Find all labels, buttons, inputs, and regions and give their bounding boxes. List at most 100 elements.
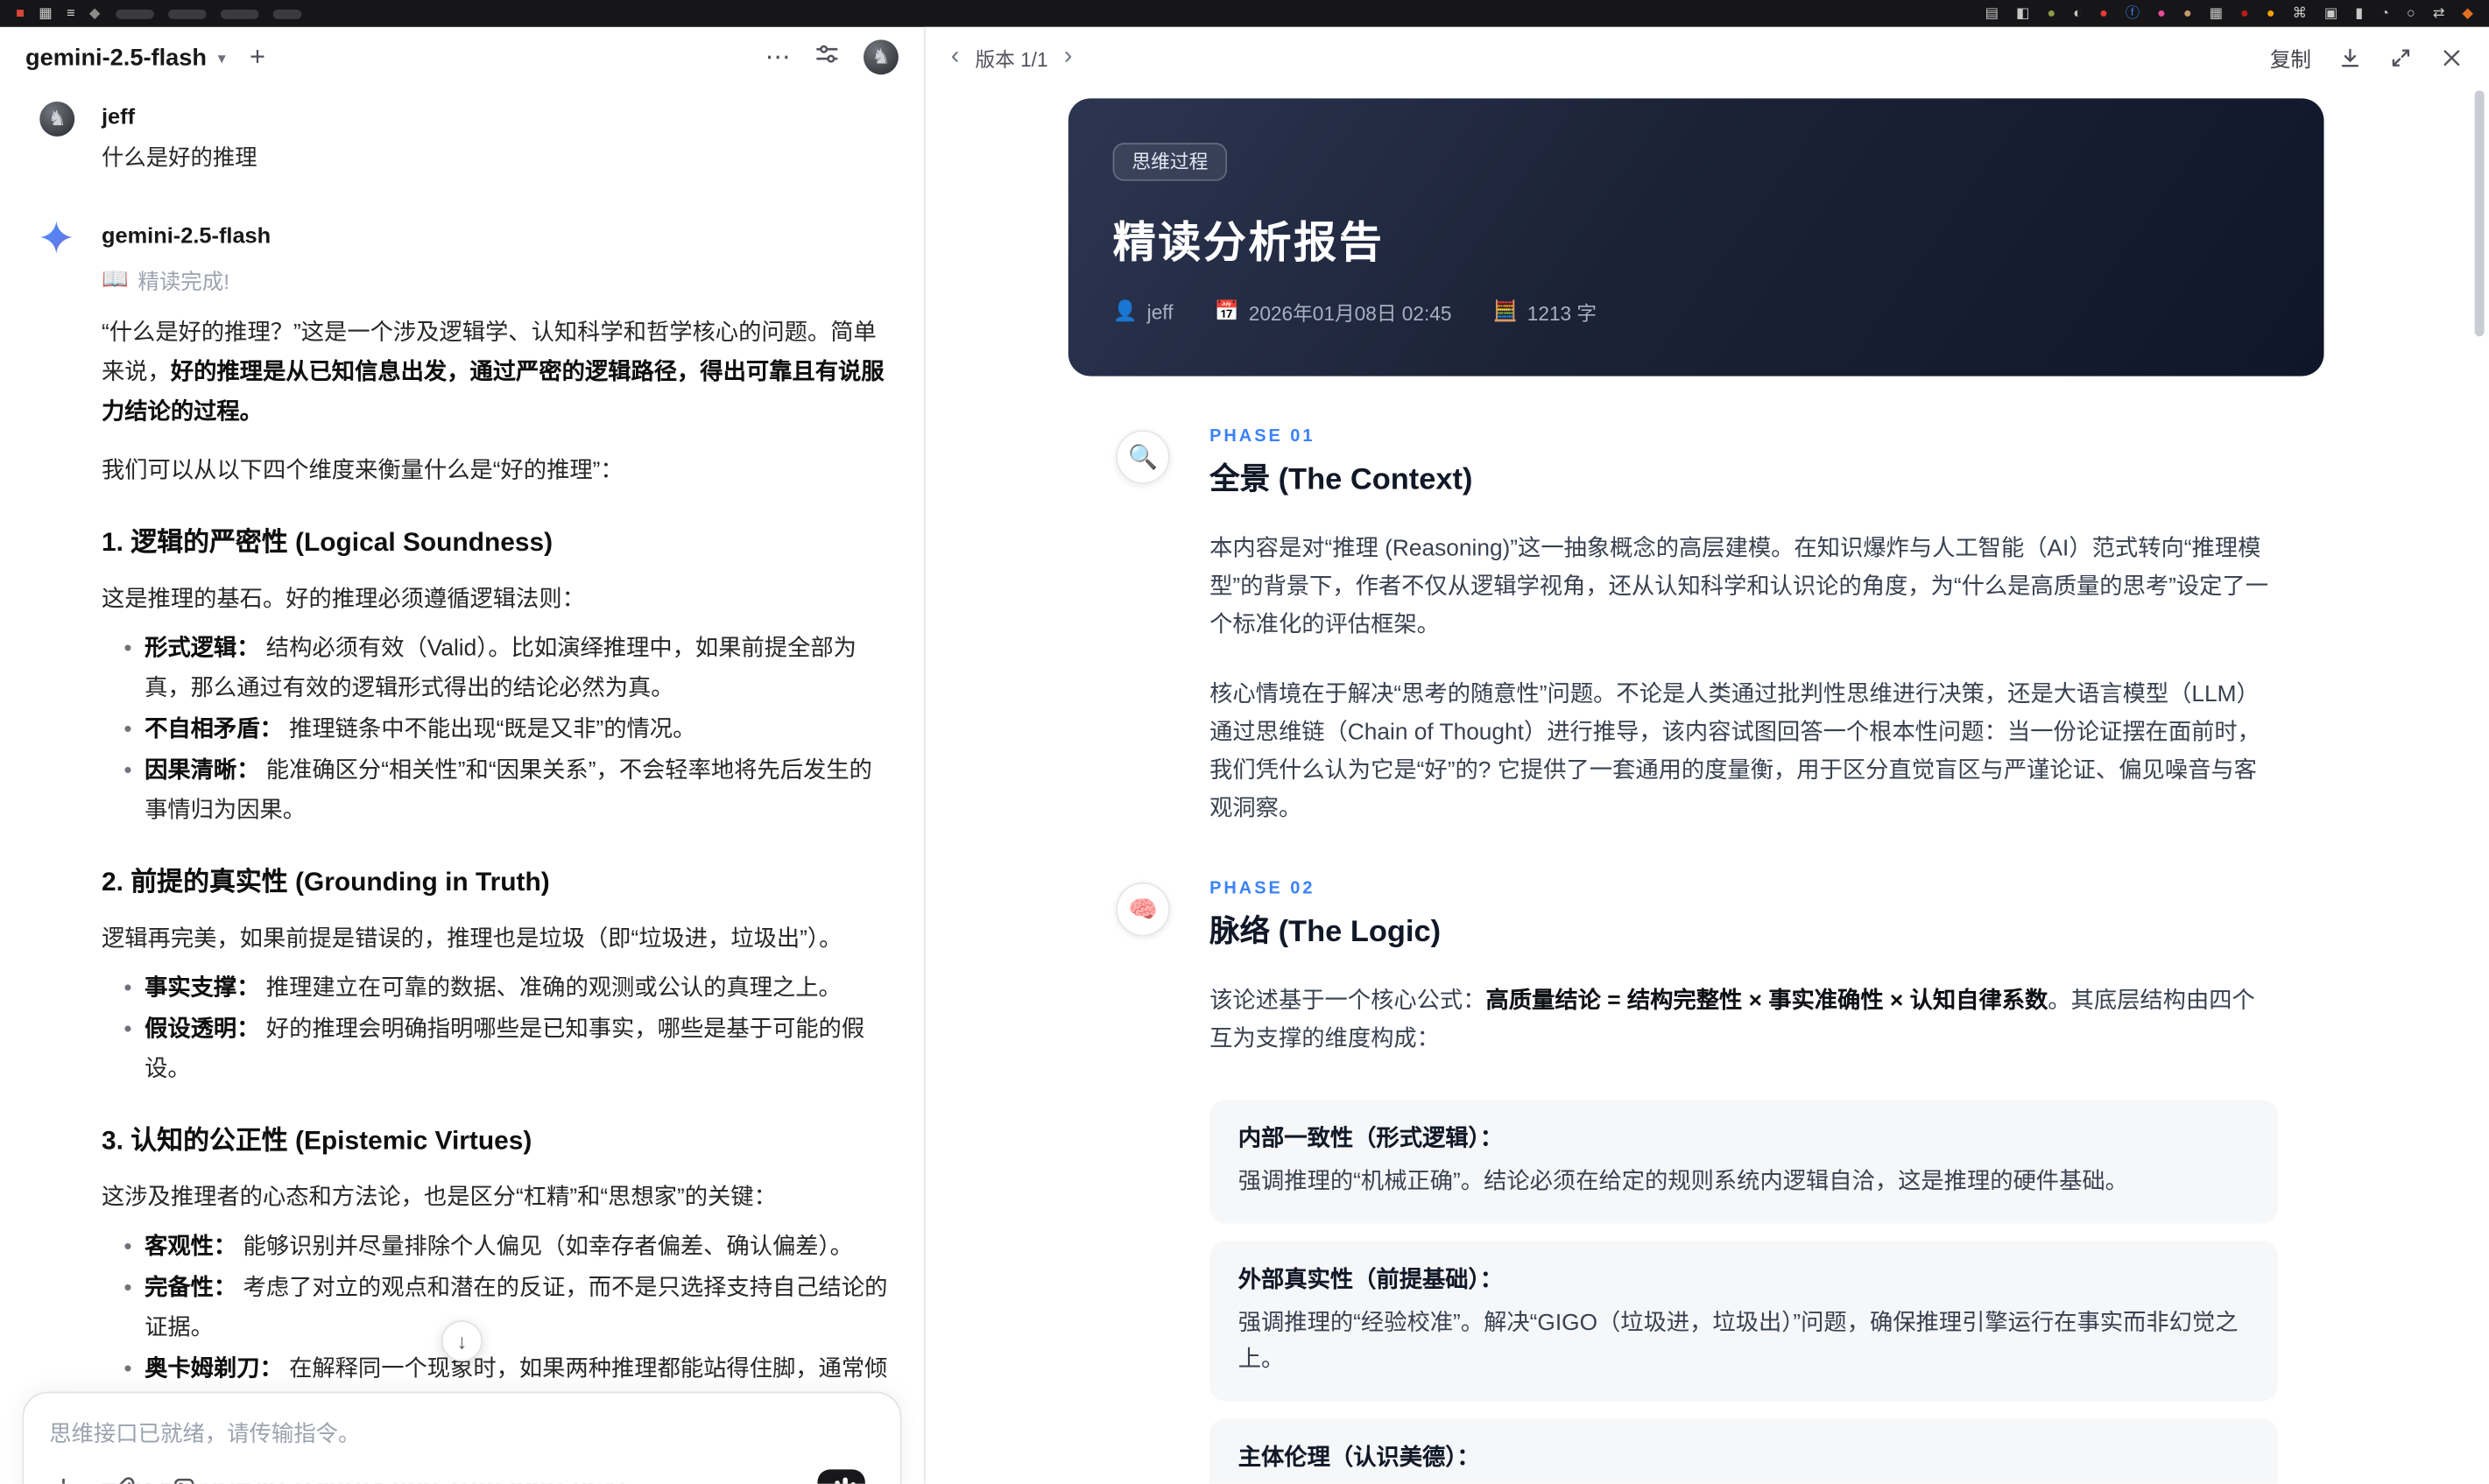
flame-icon[interactable]: ◆ (2462, 0, 2473, 27)
menu-item-placeholder[interactable] (273, 8, 302, 18)
frame-icon[interactable] (170, 1474, 199, 1484)
message-author: jeff (102, 102, 136, 129)
meta-word-count: 🧮 1213 字 (1493, 297, 1597, 327)
bold-text: 形式逻辑： (145, 636, 260, 662)
list-item: • 事实支撑： 推理建立在可靠的数据、准确的观测或公认的真理之上。 (102, 969, 892, 1009)
chevron-down-icon[interactable]: ▾ (218, 50, 226, 67)
card-body: 强调推理的“机械正确”。结论必须在给定的规则系统内逻辑自洽，这是推理的硬件基础。 (1237, 1169, 2128, 1195)
voice-input-button[interactable] (817, 1469, 865, 1484)
bold-text: 因果清晰： (145, 758, 260, 784)
close-icon[interactable] (2440, 46, 2464, 69)
status-icon[interactable]: ● (2240, 0, 2249, 27)
paragraph: 本内容是对“推理 (Reasoning)”这一抽象概念的高层建模。在知识爆炸与人… (1209, 530, 2278, 644)
report-sections: 🔍 PHASE 01 全景 (The Context) 本内容是对“推理 (Reaso… (1068, 376, 2324, 1484)
more-options-icon[interactable]: ⋯ (765, 41, 791, 73)
app-menu-icon[interactable]: ◆ (89, 0, 101, 27)
bullet-icon: • (123, 1016, 132, 1043)
clock-icon[interactable]: ◔ (2380, 0, 2389, 27)
list-item-text: 客观性： 能够识别并尽量排除个人偏见（如幸存者偏差、确认偏差）。 (145, 1228, 853, 1268)
menu-item-placeholder[interactable] (221, 8, 259, 18)
list-item-text: 假设透明： 好的推理会明确指明哪些是已知事实，哪些是基于可能的假设。 (145, 1011, 892, 1091)
card-title: 外部真实性（前提基础）： (1237, 1268, 1503, 1294)
status-icon[interactable]: ▤ (1985, 0, 1999, 27)
model-selector[interactable]: gemini-2.5-flash (25, 44, 207, 71)
bold-text: 高质量结论 = 结构完整性 × 事实准确性 × 认知自律系数 (1485, 988, 2048, 1015)
bullet-icon: • (123, 1234, 132, 1261)
bullet-icon: • (123, 717, 132, 743)
bold-text: 奥卡姆剃刀： (145, 1356, 283, 1382)
list-item-text: 形式逻辑： 结构必须有效（Valid）。比如演绎推理中，如果前提全部为真，那么通… (145, 630, 892, 710)
battery-icon[interactable]: ▮ (2355, 0, 2363, 27)
settings-sliders-icon[interactable] (814, 40, 840, 74)
version-label: 版本 1/1 (975, 48, 1048, 71)
status-icon[interactable]: ◐ (2073, 0, 2082, 27)
menubar-menu-placeholders (116, 8, 302, 18)
text-run: 核心情境在于解决“思考的随意性”问题。不论是人类通过批判性思维进行决策，还是大语… (1209, 682, 2260, 822)
download-icon[interactable] (2338, 46, 2362, 69)
card-title: 内部一致性（形式逻辑）： (1237, 1126, 1503, 1152)
message-text: 什么是好的推理 (102, 144, 257, 170)
text-run: 本内容是对“推理 (Reasoning)”这一抽象概念的高层建模。在知识爆炸与人… (1209, 536, 2269, 638)
artifact-toolbar-actions: 复制 (2270, 42, 2464, 72)
record-icon[interactable]: ● (2099, 0, 2108, 27)
bold-text: 事实支撑： (145, 975, 260, 1002)
search-icon[interactable]: ○ (2407, 0, 2415, 27)
dimension-card: 外部真实性（前提基础）： 强调推理的“经验校准”。解决“GIGO（垃圾进，垃圾出）… (1209, 1241, 2278, 1402)
plus-icon[interactable] (49, 1474, 78, 1484)
list-item-text: 不自相矛盾： 推理链条中不能出现“既是又非”的情况。 (145, 711, 695, 750)
command-icon[interactable]: ⌘ (2293, 0, 2307, 27)
facebook-icon[interactable]: ⓕ (2126, 0, 2140, 27)
report-meta: 👤 jeff 📅 2026年01月08日 02:45 🧮 1213 字 (1113, 297, 2280, 327)
gemini-logo-icon (39, 219, 74, 1484)
display-icon[interactable]: ▣ (2324, 0, 2337, 27)
text-run: 能够识别并尽量排除个人偏见（如幸存者偏差、确认偏差）。 (236, 1234, 853, 1261)
grid-icon[interactable]: ▦ (2210, 0, 2223, 27)
paragraph: 核心情境在于解决“思考的随意性”问题。不论是人类通过批判性思维进行决策，还是大语… (1209, 676, 2278, 828)
grid-icon[interactable]: ▦ (39, 0, 52, 27)
switch-icon[interactable]: ⇄ (2433, 0, 2445, 27)
paragraph: 逻辑再完美，如果前提是错误的，推理也是垃圾（即“垃圾进，垃圾出”）。 (102, 920, 892, 960)
abacus-icon: 🧮 (1492, 299, 1518, 322)
status-icon[interactable]: ● (2047, 0, 2055, 27)
status-icon[interactable]: ● (2157, 0, 2166, 27)
user-avatar[interactable]: ♞ (864, 39, 899, 75)
scroll-to-bottom-button[interactable]: ↓ (441, 1320, 483, 1362)
report-title: 精读分析报告 (1112, 219, 1385, 267)
paragraph: 我们可以从以下四个维度来衡量什么是“好的推理”： (102, 453, 892, 492)
list-item-text: 因果清晰： 能准确区分“相关性”和“因果关系”，不会轻率地将先后发生的事情归为因… (145, 752, 892, 832)
new-chat-button[interactable]: + (250, 41, 265, 73)
menu-icon[interactable]: ≡ (67, 0, 75, 27)
text-run: 这涉及推理者的心态和方法论，也是区分“杠精”和“思想家”的关键： (102, 1185, 777, 1211)
bold-text: 客观性： (145, 1234, 237, 1261)
menu-item-placeholder[interactable] (116, 8, 155, 18)
report-hero: 思维过程 精读分析报告 👤 jeff 📅 2026年01月08日 02:45 🧮 (1068, 98, 2324, 376)
card-title: 主体伦理（认识美德）： (1237, 1445, 1480, 1472)
meta-author: 👤 jeff (1113, 300, 1174, 324)
chevron-left-icon[interactable]: ‹ (951, 44, 960, 70)
status-line: 📖 精读完成! (102, 264, 892, 295)
status-icon[interactable]: ● (2267, 0, 2275, 27)
artifact-pane: ‹ 版本 1/1 › 复制 思维过程 精读分析报告 👤 jeff 📅 2026年… (923, 26, 2489, 1484)
attachment-icon[interactable] (109, 1474, 138, 1484)
chat-header: gemini-2.5-flash ▾ + ⋯ ♞ (0, 27, 924, 88)
section-content: PHASE 01 全景 (The Context) 本内容是对“推理 (Reason… (1209, 427, 2278, 829)
app-icon[interactable]: ■ (16, 0, 25, 27)
status-icon[interactable]: ◧ (2016, 0, 2029, 27)
chat-input[interactable]: 思维接口已就绪，请传输指令。 (49, 1417, 875, 1449)
copy-button[interactable]: 复制 (2270, 42, 2311, 72)
card-list: 内部一致性（形式逻辑）： 强调推理的“机械正确”。结论必须在给定的规则系统内逻辑自… (1209, 1100, 2278, 1484)
fullscreen-icon[interactable] (2389, 46, 2413, 69)
section-title: 脉络 (The Logic) (1209, 915, 1442, 949)
card-body: 强调推理的“经验校准”。解决“GIGO（垃圾进，垃圾出）”问题，确保推理引擎运行… (1237, 1311, 2239, 1373)
meta-word-count-text: 1213 字 (1527, 303, 1597, 326)
menu-item-placeholder[interactable] (168, 8, 207, 18)
artifact-toolbar: ‹ 版本 1/1 › 复制 (926, 27, 2489, 88)
section-heading: 3. 认知的公正性 (Epistemic Virtues) (102, 1126, 532, 1156)
scrollbar-thumb[interactable] (2474, 90, 2485, 337)
assistant-message-content: “什么是好的推理？”这是一个涉及逻辑学、认知科学和哲学核心的问题。简单来说，好的… (102, 314, 892, 1484)
status-text: 精读完成! (137, 270, 230, 294)
text-run: 这是推理的基石。好的推理必须遵循逻辑法则： (102, 587, 585, 613)
status-icon[interactable]: ● (2183, 0, 2192, 27)
chevron-right-icon[interactable]: › (1064, 44, 1073, 70)
bullet-list: • 形式逻辑： 结构必须有效（Valid）。比如演绎推理中，如果前提全部为真，那么… (102, 630, 892, 832)
